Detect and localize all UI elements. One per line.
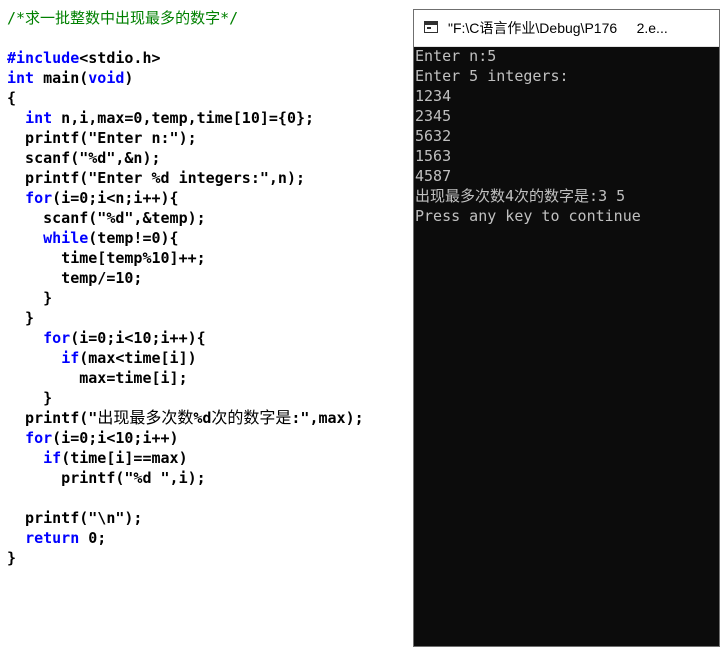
code-token: (i=0;i<10;i++){ xyxy=(70,329,206,347)
code-token: (time[i]==max) xyxy=(61,449,188,467)
code-line: return 0; xyxy=(7,528,106,548)
console-output-line: 4587 xyxy=(415,167,452,185)
code-token: printf("%d ",i); xyxy=(7,469,206,487)
console-output-line: 2345 xyxy=(415,107,452,125)
console-output-line: 1234 xyxy=(415,87,452,105)
code-line: printf("出现最多次数%d次的数字是:",max); xyxy=(7,408,364,428)
code-token: (i=0;i<n;i++){ xyxy=(52,189,179,207)
code-line: for(i=0;i<10;i++) xyxy=(7,428,179,448)
code-token: (i=0;i<10;i++) xyxy=(52,429,179,447)
code-line: int n,i,max=0,temp,time[10]={0}; xyxy=(7,108,314,128)
code-line: } xyxy=(7,308,34,328)
code-line: scanf("%d",&temp); xyxy=(7,208,206,228)
code-token: } xyxy=(7,309,35,327)
code-line: printf("\n"); xyxy=(7,508,142,528)
code-token: return xyxy=(25,529,80,547)
code-token: int xyxy=(25,109,53,127)
code-line: int main(void) xyxy=(7,68,133,88)
code-token: (max<time[i]) xyxy=(79,349,197,367)
code-token: main( xyxy=(34,69,89,87)
code-token: if xyxy=(61,349,80,367)
code-token: int xyxy=(7,69,35,87)
code-token: for xyxy=(25,429,53,447)
console-titlebar[interactable]: "F:\C语言作业\Debug\P176 2.e... xyxy=(414,10,719,47)
code-token: if xyxy=(43,449,62,467)
code-token: n,i,max=0,temp,time[10]={0}; xyxy=(52,109,315,127)
code-line: if(time[i]==max) xyxy=(7,448,188,468)
code-token: 出现最多次数 xyxy=(97,408,194,427)
code-token: ) xyxy=(124,69,134,87)
code-token: <stdio.h> xyxy=(79,49,161,67)
code-token: :",max); xyxy=(291,409,364,427)
code-line: printf("Enter n:"); xyxy=(7,128,197,148)
code-token: max=time[i]; xyxy=(7,369,188,387)
console-output: Enter n:5 Enter 5 integers: 1234 2345 5632 15… xyxy=(414,46,719,646)
code-line: time[temp%10]++; xyxy=(7,248,206,268)
code-line: for(i=0;i<n;i++){ xyxy=(7,188,179,208)
code-line: scanf("%d",&n); xyxy=(7,148,161,168)
code-token: for xyxy=(43,329,71,347)
code-line: max=time[i]; xyxy=(7,368,188,388)
code-token: /*求一批整数中出现最多的数字*/ xyxy=(7,9,239,27)
code-line: { xyxy=(7,88,16,108)
console-output-line: 5632 xyxy=(415,127,452,145)
code-token: printf("Enter n:"); xyxy=(7,129,197,147)
code-token: printf("Enter %d integers:",n); xyxy=(7,169,306,187)
code-line: #include<stdio.h> xyxy=(7,48,161,68)
code-line: /*求一批整数中出现最多的数字*/ xyxy=(7,8,238,28)
console-window[interactable]: "F:\C语言作业\Debug\P176 2.e... Enter n:5 Ent… xyxy=(413,9,720,647)
code-line: printf("%d ",i); xyxy=(7,468,206,488)
code-token: } xyxy=(7,289,53,307)
code-line: } xyxy=(7,388,52,408)
code-token: scanf("%d",&n); xyxy=(7,149,161,167)
code-line: printf("Enter %d integers:",n); xyxy=(7,168,305,188)
code-line: } xyxy=(7,548,16,568)
code-token: 0; xyxy=(79,529,107,547)
console-output-line: Press any key to continue xyxy=(415,207,641,225)
code-token: void xyxy=(88,69,125,87)
code-token: } xyxy=(7,389,53,407)
code-token: (temp!=0){ xyxy=(88,229,179,247)
code-token: temp/=10; xyxy=(7,269,143,287)
console-output-line: Enter 5 integers: xyxy=(415,67,569,85)
console-window-icon xyxy=(424,21,438,33)
console-output-line: Enter n:5 xyxy=(415,47,497,65)
code-token: %d xyxy=(193,409,212,427)
code-token: for xyxy=(25,189,53,207)
code-line: temp/=10; xyxy=(7,268,142,288)
code-token: while xyxy=(43,229,89,247)
code-token: #include xyxy=(7,49,80,67)
console-output-line: 出现最多次数4次的数字是:3 5 xyxy=(415,187,626,205)
console-output-line: 1563 xyxy=(415,147,452,165)
code-token: { xyxy=(7,89,17,107)
code-line: } xyxy=(7,288,52,308)
code-token: printf(" xyxy=(7,409,98,427)
code-line: if(max<time[i]) xyxy=(7,348,197,368)
code-token: time[temp%10]++; xyxy=(7,249,206,267)
console-title: "F:\C语言作业\Debug\P176 2.e... xyxy=(448,20,668,36)
code-line: for(i=0;i<10;i++){ xyxy=(7,328,206,348)
code-line: while(temp!=0){ xyxy=(7,228,179,248)
code-token: } xyxy=(7,549,17,567)
code-token: printf("\n"); xyxy=(7,509,143,527)
code-token: 次的数字是 xyxy=(211,408,292,427)
code-token: scanf("%d",&temp); xyxy=(7,209,206,227)
